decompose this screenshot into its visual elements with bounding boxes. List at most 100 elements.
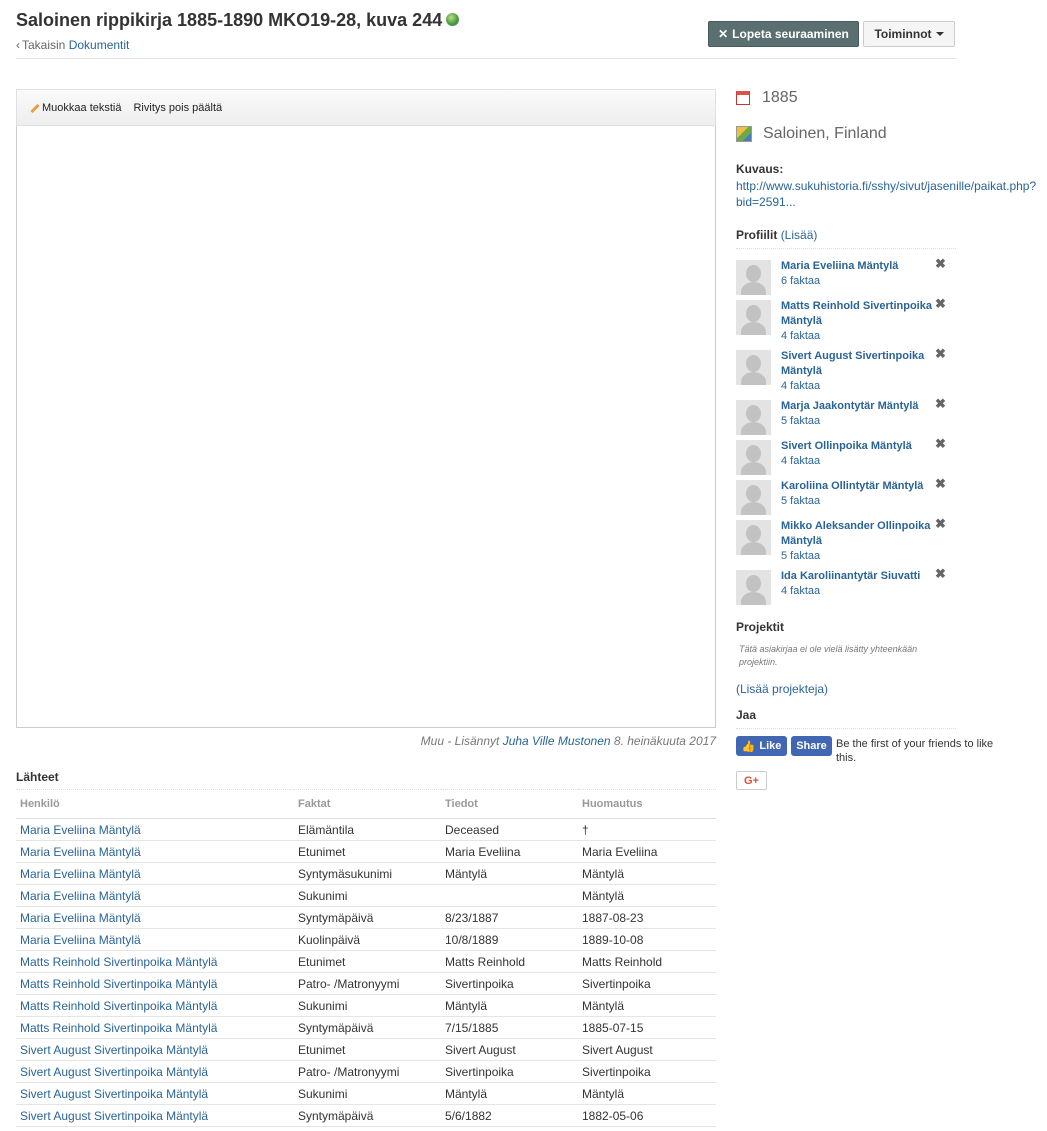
map-icon: [736, 126, 752, 142]
fact-cell: Syntymäpäivä: [294, 906, 441, 929]
fact-cell: Sukunimi: [294, 884, 441, 907]
wrap-toggle-button[interactable]: Rivitys pois päältä: [133, 102, 222, 114]
person-link[interactable]: Sivert August Sivertinpoika Mäntylä: [20, 1043, 208, 1057]
place-value: Saloinen, Finland: [763, 125, 887, 142]
actions-dropdown-button[interactable]: Toiminnot: [863, 21, 955, 47]
info-cell: 10/8/1889: [441, 928, 578, 951]
fact-cell: Syntymäsukunimi: [294, 862, 441, 885]
edit-text-button[interactable]: Muokkaa tekstiä: [29, 102, 121, 114]
info-cell: Matts Reinhold: [441, 950, 578, 973]
add-profile-link[interactable]: (Lisää): [781, 228, 818, 242]
remove-icon[interactable]: ✖: [935, 346, 946, 362]
profile-facts: 4 faktaa: [781, 380, 821, 392]
stop-following-label: Lopeta seuraaminen: [732, 27, 849, 41]
note-cell: 1882-05-06: [578, 1104, 716, 1127]
person-link[interactable]: Sivert August Sivertinpoika Mäntylä: [20, 1087, 208, 1101]
fact-cell: Patro- /Matronyymi: [294, 972, 441, 995]
table-row: Matts Reinhold Sivertinpoika Mäntylä Patr…: [16, 972, 716, 995]
note-cell: Mäntylä: [578, 994, 716, 1017]
facebook-share-label: Share: [796, 740, 827, 752]
person-link[interactable]: Matts Reinhold Sivertinpoika Mäntylä: [20, 977, 217, 991]
place-row: Saloinen, Finland: [736, 125, 887, 143]
profile-link[interactable]: Karoliina Ollintytär Mäntylä 5 faktaa: [781, 479, 936, 509]
back-prefix: Takaisin: [22, 38, 66, 52]
added-date: 8. heinäkuuta 2017: [613, 734, 716, 748]
profile-facts: 4 faktaa: [781, 455, 821, 467]
table-header-row: Henkilö Faktat Tiedot Huomautus: [16, 789, 716, 819]
description-label: Kuvaus:: [736, 162, 784, 176]
person-link[interactable]: Maria Eveliina Mäntylä: [20, 867, 141, 881]
added-by-link[interactable]: Juha Ville Mustonen: [503, 734, 611, 748]
projects-note: Tätä asiakirjaa ei ole vielä lisätty yht…: [739, 644, 918, 667]
profile-link[interactable]: Sivert August Sivertinpoika Mäntylä 4 fak…: [781, 349, 936, 394]
remove-icon[interactable]: ✖: [935, 256, 946, 272]
profile-link[interactable]: Matts Reinhold Sivertinpoika Mäntylä 4 fa…: [781, 299, 936, 344]
stop-following-button[interactable]: ✕ Lopeta seuraaminen: [708, 21, 859, 47]
back-link-documents[interactable]: Dokumentit: [69, 38, 130, 52]
table-row: Maria Eveliina Mäntylä Syntymäsukunimi Män…: [16, 862, 716, 885]
remove-icon[interactable]: ✖: [935, 476, 946, 492]
pencil-icon: [29, 103, 39, 113]
note-cell: 1887-08-23: [578, 906, 716, 929]
table-row: Maria Eveliina Mäntylä Sukunimi Mäntylä: [16, 884, 716, 907]
table-row: Sivert August Sivertinpoika Mäntylä Patro…: [16, 1060, 716, 1083]
description-link[interactable]: http://www.sukuhistoria.fi/sshy/sivut/ja…: [736, 178, 1041, 210]
profile-name: Matts Reinhold Sivertinpoika Mäntylä: [781, 300, 932, 327]
column-header-note: Huomautus: [578, 789, 716, 819]
chevron-left-icon: ‹: [16, 38, 20, 52]
year-value: 1885: [762, 89, 798, 106]
profile-name: Ida Karoliinantytär Siuvatti: [781, 570, 921, 582]
remove-icon[interactable]: ✖: [935, 436, 946, 452]
profile-name: Mikko Aleksander Ollinpoika Mäntylä: [781, 520, 931, 547]
fact-cell: Etunimet: [294, 1038, 441, 1061]
info-cell: Sivertinpoika: [441, 972, 578, 995]
fact-cell: Elämäntila: [294, 818, 441, 841]
actions-label: Toiminnot: [874, 27, 932, 41]
person-link[interactable]: Sivert August Sivertinpoika Mäntylä: [20, 1065, 208, 1079]
person-link[interactable]: Sivert August Sivertinpoika Mäntylä: [20, 1109, 208, 1123]
person-link[interactable]: Matts Reinhold Sivertinpoika Mäntylä: [20, 1021, 217, 1035]
person-link[interactable]: Maria Eveliina Mäntylä: [20, 933, 141, 947]
person-link[interactable]: Maria Eveliina Mäntylä: [20, 845, 141, 859]
table-row: Sivert August Sivertinpoika Mäntylä Sukun…: [16, 1082, 716, 1105]
profile-link[interactable]: Ida Karoliinantytär Siuvatti 4 faktaa: [781, 569, 936, 599]
profile-link[interactable]: Sivert Ollinpoika Mäntylä 4 faktaa: [781, 439, 936, 469]
avatar-placeholder-icon: [736, 300, 771, 335]
profile-name: Sivert August Sivertinpoika Mäntylä: [781, 350, 925, 377]
remove-icon[interactable]: ✖: [935, 516, 946, 532]
person-link[interactable]: Matts Reinhold Sivertinpoika Mäntylä: [20, 999, 217, 1013]
google-plus-button[interactable]: G+: [736, 771, 767, 790]
fact-cell: Etunimet: [294, 840, 441, 863]
projects-title: Projektit: [736, 620, 785, 634]
person-link[interactable]: Maria Eveliina Mäntylä: [20, 911, 141, 925]
added-prefix: Muu - Lisännyt: [420, 734, 500, 748]
add-project-link[interactable]: (Lisää projekteja): [736, 682, 828, 696]
person-link[interactable]: Matts Reinhold Sivertinpoika Mäntylä: [20, 955, 217, 969]
facebook-like-button[interactable]: 👍 Like: [736, 736, 787, 756]
note-cell: Mäntylä: [578, 862, 716, 885]
header-divider: [16, 58, 956, 59]
person-link[interactable]: Maria Eveliina Mäntylä: [20, 889, 141, 903]
edit-text-label: Muokkaa tekstiä: [42, 101, 122, 114]
fact-cell: Patro- /Matronyymi: [294, 1060, 441, 1083]
table-row: Matts Reinhold Sivertinpoika Mäntylä Etun…: [16, 950, 716, 973]
page-title-text: Saloinen rippikirja 1885-1890 MKO19-28, …: [16, 10, 443, 30]
profile-link[interactable]: Mikko Aleksander Ollinpoika Mäntylä 5 fak…: [781, 519, 936, 564]
remove-icon[interactable]: ✖: [935, 296, 946, 312]
added-info: Muu - Lisännyt Juha Ville Mustonen 8. he…: [16, 734, 716, 748]
facebook-share-button[interactable]: Share: [791, 736, 832, 756]
document-viewer[interactable]: [16, 126, 716, 728]
table-row: Sivert August Sivertinpoika Mäntylä Etuni…: [16, 1038, 716, 1061]
google-plus-label: G+: [744, 774, 759, 787]
profile-facts: 4 faktaa: [781, 330, 821, 342]
person-link[interactable]: Maria Eveliina Mäntylä: [20, 823, 141, 837]
remove-icon[interactable]: ✖: [935, 566, 946, 582]
remove-icon[interactable]: ✖: [935, 396, 946, 412]
year-row: 1885: [736, 89, 798, 107]
profile-link[interactable]: Maria Eveliina Mäntylä 6 faktaa: [781, 259, 936, 289]
note-cell: Maria Eveliina: [578, 840, 716, 863]
facebook-like-text: Be the first of your friends to like thi…: [836, 738, 994, 764]
profile-facts: 5 faktaa: [781, 415, 821, 427]
profile-link[interactable]: Marja Jaakontytär Mäntylä 5 faktaa: [781, 399, 936, 429]
info-cell: Maria Eveliina: [441, 840, 578, 863]
